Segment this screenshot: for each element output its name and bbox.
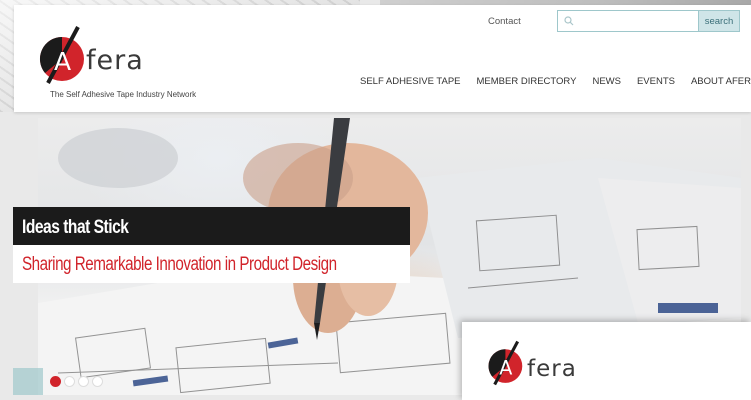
nav-item-events[interactable]: EVENTS xyxy=(637,76,675,87)
search-button[interactable]: search xyxy=(698,11,739,31)
logo-wordmark: fera xyxy=(86,45,144,76)
nav-item-news[interactable]: NEWS xyxy=(592,76,621,87)
slider-dot-4[interactable] xyxy=(92,376,103,387)
nav-item-self-adhesive-tape[interactable]: SELF ADHESIVE TAPE xyxy=(360,76,461,87)
hero-caption-title-box: Ideas that Stick xyxy=(13,207,410,245)
nav-item-member-directory[interactable]: MEMBER DIRECTORY xyxy=(477,76,577,87)
hero-edge-strip xyxy=(13,368,43,395)
slider-dot-1[interactable] xyxy=(50,376,61,387)
hero-subtitle: Sharing Remarkable Innovation in Product… xyxy=(22,254,337,275)
contact-link[interactable]: Contact xyxy=(488,16,521,27)
site-header: A fera The Self Adhesive Tape Industry N… xyxy=(14,5,751,112)
nav-item-about-afera[interactable]: ABOUT AFERA xyxy=(691,76,751,87)
slider-dots xyxy=(50,376,103,387)
overlay-logo-letter: A xyxy=(499,357,512,380)
afera-logo[interactable]: A fera The Self Adhesive Tape Industry N… xyxy=(38,25,208,105)
main-nav: SELF ADHESIVE TAPE MEMBER DIRECTORY NEWS… xyxy=(360,76,751,87)
slider-dot-2[interactable] xyxy=(64,376,75,387)
hero-title: Ideas that Stick xyxy=(22,217,129,238)
overlay-logo-card: A fera xyxy=(462,322,751,400)
logo-letter: A xyxy=(54,47,71,76)
logo-tagline: The Self Adhesive Tape Industry Network xyxy=(50,90,197,99)
search-form: search xyxy=(557,10,740,32)
slider-dot-3[interactable] xyxy=(78,376,89,387)
overlay-logo-wordmark: fera xyxy=(527,356,577,382)
hero-caption-subtitle-box: Sharing Remarkable Innovation in Product… xyxy=(13,245,410,283)
search-input[interactable] xyxy=(558,11,698,31)
